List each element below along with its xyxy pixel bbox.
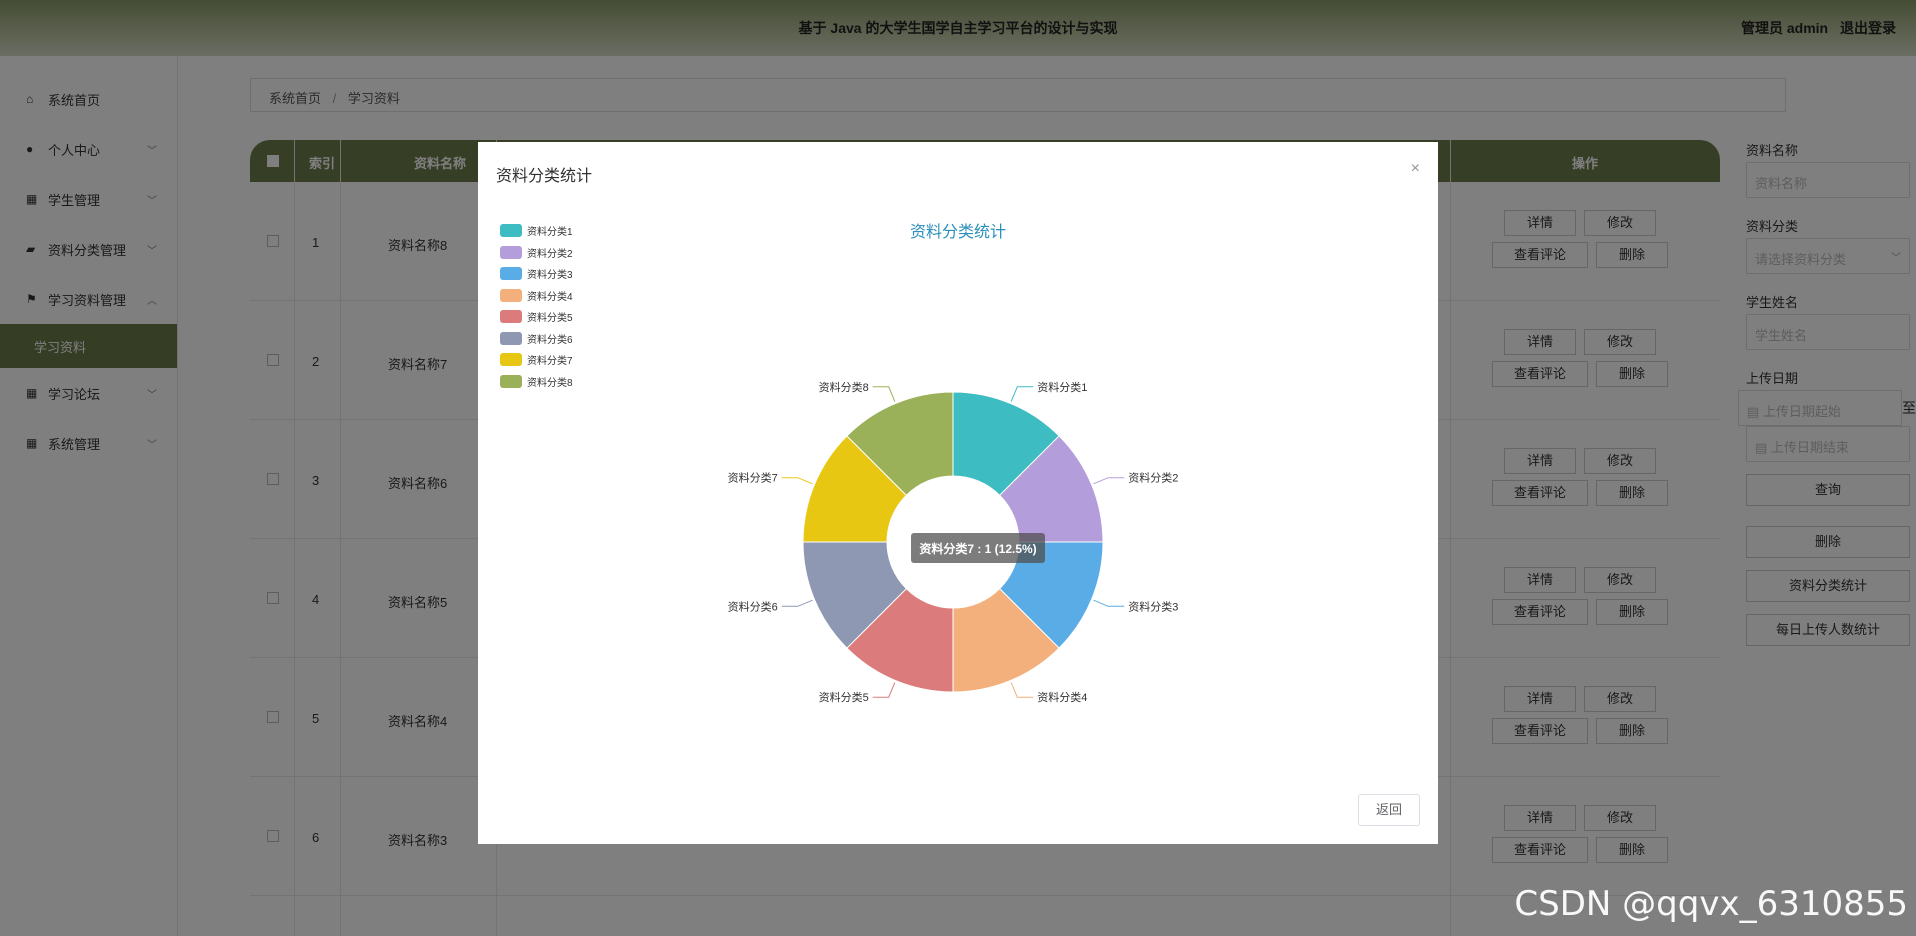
slice-label: 资料分类3 <box>1128 599 1178 613</box>
slice-label: 资料分类7 <box>728 471 778 485</box>
tooltip-text: 资料分类7 : 1 (12.5%) <box>919 541 1036 556</box>
stats-modal: 资料分类统计 × 资料分类统计 资料分类1 资料分类2 资料分类3 资料分类4 资料分类… <box>478 142 1438 844</box>
label-line <box>1010 682 1034 698</box>
label-line <box>872 386 896 402</box>
pie-chart: 资料分类1 资料分类2 资料分类3 资料分类4 资料分类5 资料分类6 资料分类7 资料分类8… <box>728 380 1179 704</box>
slice-label: 资料分类1 <box>1037 380 1087 394</box>
slice-label: 资料分类4 <box>1037 690 1087 704</box>
label-line <box>1010 386 1034 402</box>
label-line <box>781 599 813 607</box>
slice-label: 资料分类6 <box>728 599 778 613</box>
chart-tooltip: 资料分类7 : 1 (12.5%) <box>911 533 1045 563</box>
label-line <box>1093 599 1125 607</box>
label-line <box>872 682 896 698</box>
slice-label: 资料分类2 <box>1128 471 1178 485</box>
back-button[interactable]: 返回 <box>1358 794 1420 826</box>
label-line <box>1093 477 1125 485</box>
label-line <box>781 477 813 485</box>
watermark: CSDN @qqvx_6310855 <box>1514 884 1908 924</box>
slice-label: 资料分类5 <box>819 690 869 704</box>
slice-label: 资料分类8 <box>819 380 869 394</box>
